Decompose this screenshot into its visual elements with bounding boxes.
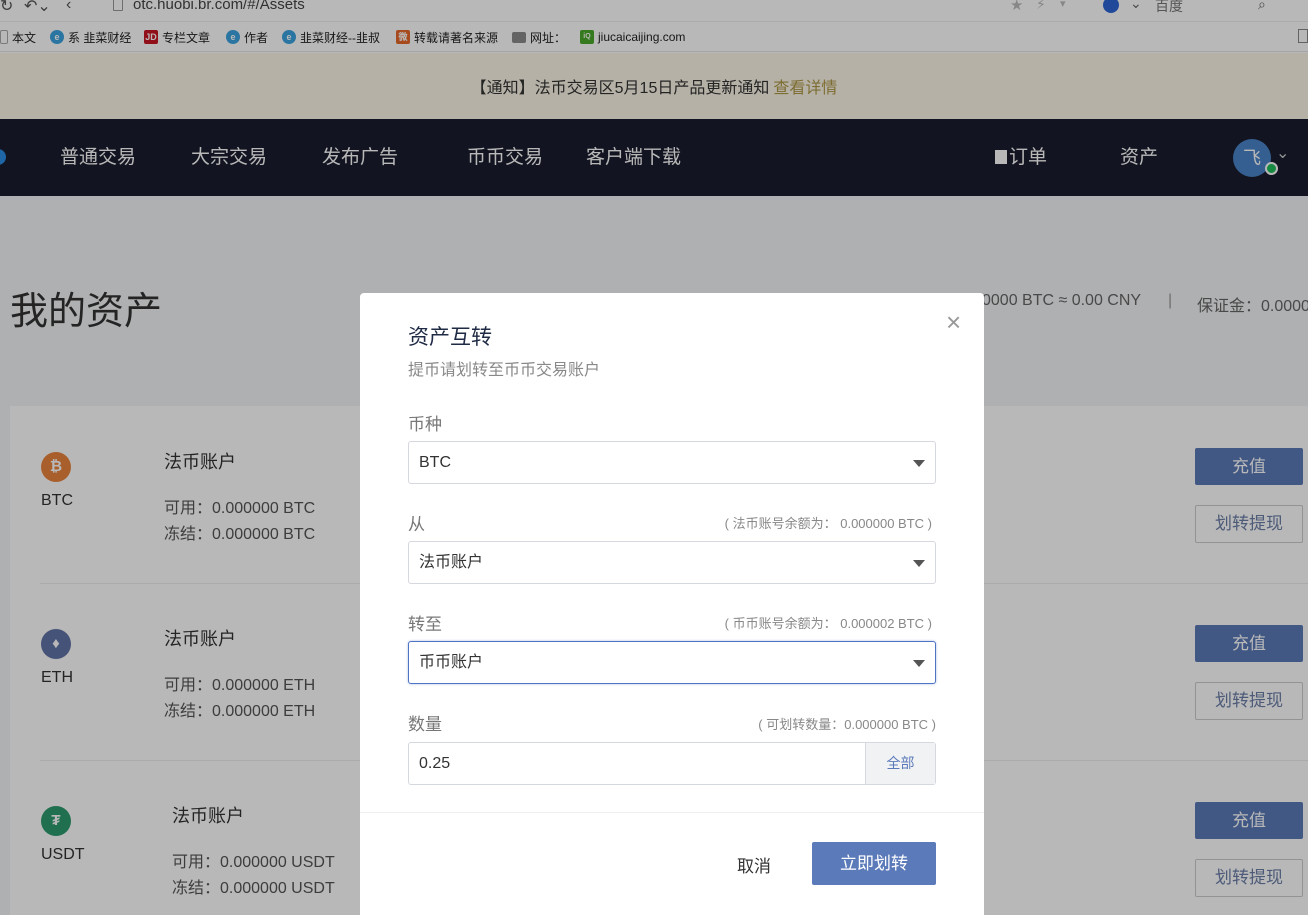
all-button[interactable]: 全部 [865, 743, 935, 784]
to-label: 转至 [408, 615, 442, 634]
close-icon[interactable]: × [946, 309, 961, 335]
caret-down-icon [913, 460, 925, 467]
caret-down-icon [913, 660, 925, 667]
amount-input[interactable]: 0.25 [419, 743, 450, 784]
divider [360, 812, 984, 813]
currency-label: 币种 [408, 415, 442, 434]
to-account-select[interactable]: 币币账户 [408, 641, 936, 684]
confirm-transfer-button[interactable]: 立即划转 [812, 842, 936, 885]
asset-transfer-modal: 资产互转 提币请划转至币币交易账户 × 币种 BTC 从 ( 法币账号余额为： … [360, 293, 984, 915]
cancel-button[interactable]: 取消 [737, 852, 771, 877]
currency-select[interactable]: BTC [408, 441, 936, 484]
from-balance-hint: ( 法币账号余额为： 0.000000 BTC ) [724, 516, 932, 531]
transferable-hint: ( 可划转数量：0.000000 BTC ) [758, 717, 936, 732]
modal-subtitle: 提币请划转至币币交易账户 [408, 362, 601, 379]
to-balance-hint: ( 币币账号余额为： 0.000002 BTC ) [724, 616, 932, 631]
amount-label: 数量 [408, 715, 442, 734]
amount-field: 0.25 全部 [408, 742, 936, 785]
from-label: 从 [408, 515, 425, 534]
caret-down-icon [913, 560, 925, 567]
modal-title: 资产互转 [408, 326, 492, 349]
from-account-select[interactable]: 法币账户 [408, 541, 936, 584]
